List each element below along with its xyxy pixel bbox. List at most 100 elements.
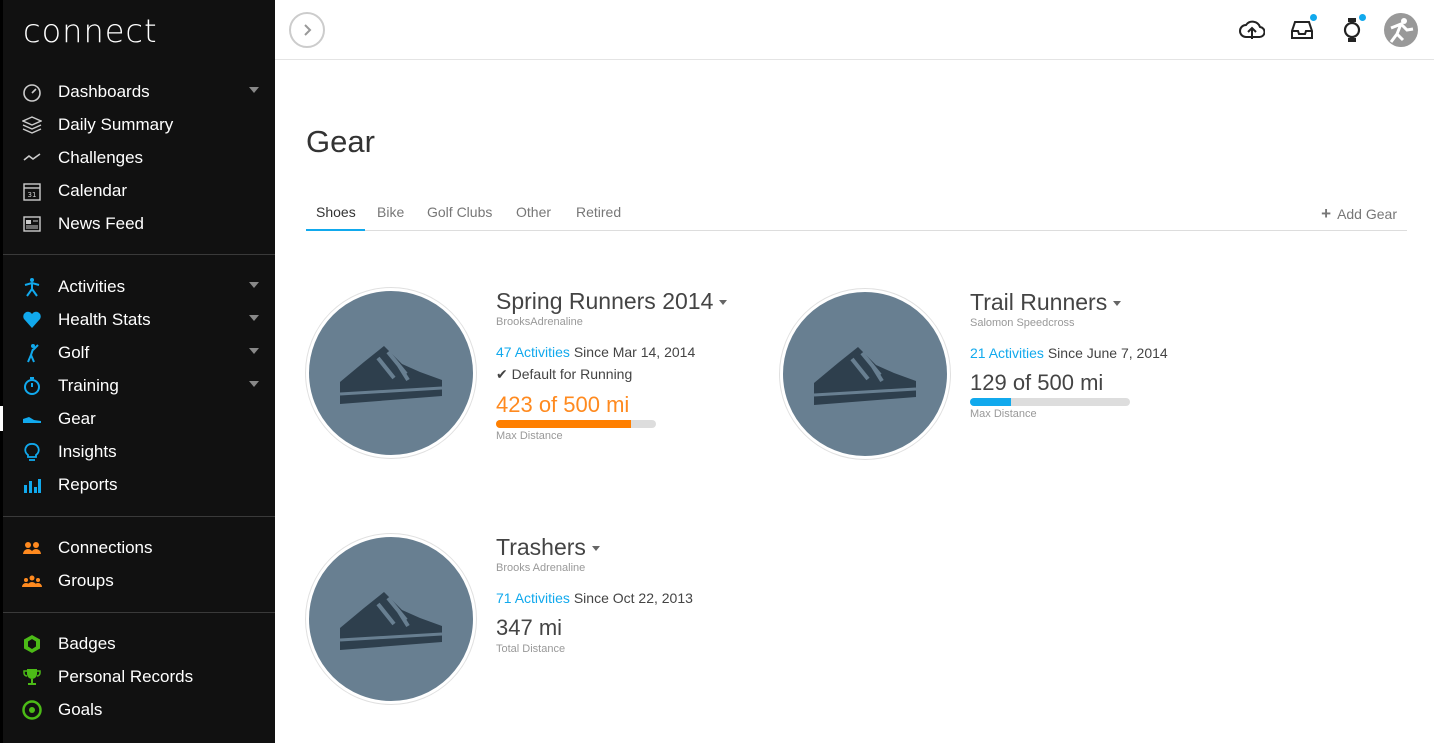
- gear-name-text: Trail Runners: [970, 289, 1108, 315]
- sidebar-item-goals[interactable]: Goals: [3, 693, 275, 726]
- tab-shoes[interactable]: Shoes: [316, 204, 356, 220]
- people-pair-icon: [21, 537, 43, 559]
- notification-dot: [1359, 14, 1366, 21]
- chevron-down-icon[interactable]: [591, 546, 600, 552]
- layers-icon: [21, 114, 43, 136]
- nav-group-main: Dashboards Daily Summary Challenges 31 C…: [3, 75, 275, 240]
- active-tab-indicator: [306, 229, 365, 231]
- sidebar-item-daily-summary[interactable]: Daily Summary: [3, 108, 275, 141]
- inbox-button[interactable]: [1286, 14, 1318, 46]
- chevron-down-icon[interactable]: [249, 381, 259, 387]
- add-gear-button[interactable]: + Add Gear: [1321, 204, 1397, 224]
- checkmark-icon: ✔: [496, 366, 508, 382]
- sidebar-item-label: Goals: [58, 699, 103, 719]
- sidebar-item-insights[interactable]: Insights: [3, 435, 275, 468]
- chevron-down-icon[interactable]: [249, 282, 259, 288]
- people-group-icon: [21, 570, 43, 592]
- gear-since: Since Oct 22, 2013: [573, 590, 693, 606]
- sidebar-item-personal-records[interactable]: Personal Records: [3, 660, 275, 693]
- gear-distance: 347 mi: [496, 615, 563, 640]
- upload-cloud-icon: [1239, 20, 1265, 39]
- golfer-icon: [21, 342, 43, 364]
- sidebar-divider: [3, 612, 275, 613]
- sidebar-item-label: Reports: [58, 474, 118, 494]
- avatar[interactable]: [1383, 12, 1419, 48]
- sidebar-item-label: News Feed: [58, 213, 144, 233]
- gear-image[interactable]: [780, 289, 950, 459]
- sidebar-item-dashboards[interactable]: Dashboards: [3, 75, 275, 108]
- sidebar-item-news-feed[interactable]: News Feed: [3, 207, 275, 240]
- activities-link[interactable]: 21 Activities: [970, 345, 1044, 361]
- sidebar-item-golf[interactable]: Golf: [3, 336, 275, 369]
- gear-name[interactable]: Spring Runners 2014: [496, 288, 756, 315]
- activities-link[interactable]: 47 Activities: [496, 344, 570, 360]
- sidebar-item-badges[interactable]: Badges: [3, 627, 275, 660]
- gear-activities: 47 Activities Since Mar 14, 2014: [496, 344, 756, 360]
- chevron-down-icon[interactable]: [1113, 301, 1122, 307]
- sidebar-item-health-stats[interactable]: Health Stats: [3, 303, 275, 336]
- sidebar-divider: [3, 516, 275, 517]
- sidebar-item-activities[interactable]: Activities: [3, 270, 275, 303]
- top-bar: [275, 0, 1434, 60]
- running-figure-icon: [21, 276, 43, 298]
- sidebar-item-calendar[interactable]: 31 Calendar: [3, 174, 275, 207]
- sidebar-item-training[interactable]: Training: [3, 369, 275, 402]
- distance-label: Total Distance: [496, 643, 566, 655]
- chevron-down-icon[interactable]: [249, 348, 259, 354]
- activities-link[interactable]: 71 Activities: [496, 590, 570, 606]
- sidebar-item-label: Challenges: [58, 147, 144, 167]
- expand-sidebar-button[interactable]: [289, 12, 325, 48]
- gear-info: Spring Runners 2014 BrooksAdrenaline 47 …: [496, 288, 756, 442]
- gear-image[interactable]: [306, 534, 476, 704]
- tab-golf-clubs[interactable]: Golf Clubs: [427, 204, 492, 220]
- tab-other[interactable]: Other: [516, 204, 551, 220]
- gear-name[interactable]: Trashers: [496, 534, 756, 561]
- sidebar-item-label: Dashboards: [58, 81, 150, 101]
- upload-button[interactable]: [1236, 14, 1268, 46]
- trend-line-icon: [21, 147, 43, 169]
- tab-retired[interactable]: Retired: [576, 204, 621, 220]
- progress-fill: [970, 398, 1012, 406]
- add-gear-label: Add Gear: [1337, 206, 1397, 222]
- gear-image[interactable]: [306, 288, 476, 458]
- device-button[interactable]: [1336, 14, 1368, 46]
- inbox-icon: [1291, 21, 1313, 39]
- stopwatch-icon: [21, 375, 43, 397]
- gear-info: Trail Runners Salomon Speedcross 21 Acti…: [970, 289, 1230, 420]
- gear-name[interactable]: Trail Runners: [970, 289, 1230, 316]
- sidebar-item-label: Badges: [58, 633, 116, 653]
- sidebar-item-label: Connections: [58, 537, 153, 557]
- distance-progress-bar: [496, 420, 656, 428]
- sidebar-item-challenges[interactable]: Challenges: [3, 141, 275, 174]
- gear-since: Since Mar 14, 2014: [573, 344, 696, 360]
- sidebar-item-connections[interactable]: Connections: [3, 531, 275, 564]
- chevron-down-icon[interactable]: [719, 300, 728, 306]
- target-icon: [21, 699, 43, 721]
- chevron-right-icon: [304, 24, 312, 36]
- shoe-icon: [339, 346, 443, 404]
- newspaper-icon: [21, 213, 43, 235]
- nav-group-achievements: Badges Personal Records Goals: [3, 627, 275, 726]
- sidebar-divider: [3, 254, 275, 255]
- chevron-down-icon[interactable]: [249, 87, 259, 93]
- gear-since: Since June 7, 2014: [1047, 345, 1168, 361]
- sidebar-item-label: Groups: [58, 570, 114, 590]
- sidebar-item-label: Health Stats: [58, 309, 151, 329]
- trophy-icon: [21, 666, 43, 688]
- connect-logo[interactable]: connect: [23, 12, 158, 50]
- sidebar-item-label: Calendar: [58, 180, 127, 200]
- sidebar-item-label: Daily Summary: [58, 114, 174, 134]
- sidebar-item-gear[interactable]: Gear: [0, 402, 275, 435]
- gear-name-text: Spring Runners 2014: [496, 288, 714, 314]
- hexagon-badge-icon: [21, 633, 43, 655]
- gear-distance: 423 of 500 mi: [496, 392, 630, 417]
- chevron-down-icon[interactable]: [249, 315, 259, 321]
- nav-group-activities: Activities Health Stats Golf Training Ge…: [0, 270, 275, 501]
- gear-activities: 21 Activities Since June 7, 2014: [970, 345, 1230, 361]
- gear-tabs: Shoes Bike Golf Clubs Other Retired + Add…: [306, 198, 1407, 231]
- tab-bike[interactable]: Bike: [377, 204, 404, 220]
- svg-text:31: 31: [28, 191, 37, 199]
- sidebar-item-groups[interactable]: Groups: [3, 564, 275, 597]
- sidebar: connect Dashboards Daily Summary Challen…: [0, 0, 275, 743]
- sidebar-item-reports[interactable]: Reports: [3, 468, 275, 501]
